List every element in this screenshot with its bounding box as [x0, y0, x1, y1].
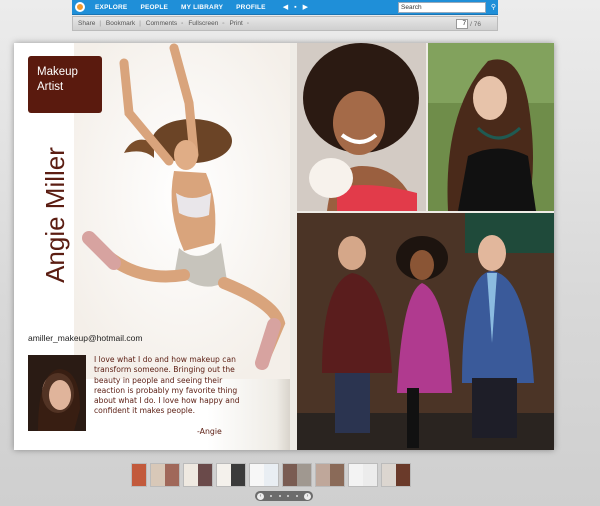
- artist-portrait: [28, 355, 86, 431]
- page-thumbnail[interactable]: [381, 463, 411, 487]
- page-thumbnail[interactable]: [150, 463, 180, 487]
- comments-button[interactable]: Comments: [146, 20, 177, 27]
- share-button[interactable]: Share: [78, 20, 95, 27]
- page-thumbnail[interactable]: [282, 463, 312, 487]
- page-number-input[interactable]: 7: [456, 19, 469, 29]
- pager-dot[interactable]: [287, 495, 290, 497]
- left-page[interactable]: Makeup Artist Angie Miller amiller_makeu…: [14, 43, 290, 450]
- page-total: / 76: [470, 20, 481, 28]
- fullscreen-button[interactable]: Fullscreen: [188, 20, 218, 27]
- page-thumbnail[interactable]: [249, 463, 279, 487]
- prev-arrow-icon[interactable]: ◀: [283, 3, 288, 11]
- divider: |: [139, 20, 141, 27]
- page-thumbnail[interactable]: [348, 463, 378, 487]
- comment-icon: ▫: [181, 20, 184, 27]
- print-button[interactable]: Print: [229, 20, 242, 27]
- search-icon[interactable]: ⚲: [491, 3, 496, 11]
- fullscreen-icon: ▫: [222, 20, 225, 27]
- search-input[interactable]: Search: [398, 2, 486, 13]
- divider: |: [99, 20, 101, 27]
- print-icon: ▫: [246, 20, 249, 27]
- nav-profile[interactable]: PROFILE: [236, 4, 266, 11]
- pager-dot[interactable]: [295, 495, 298, 497]
- page-thumbnail[interactable]: [183, 463, 213, 487]
- bookmark-button[interactable]: Bookmark: [106, 20, 135, 27]
- page-thumbnail[interactable]: [131, 463, 147, 487]
- grid-view-icon[interactable]: ▪: [294, 4, 296, 11]
- nav-my-library[interactable]: MY LIBRARY: [181, 4, 223, 11]
- pager-dot[interactable]: [270, 495, 273, 497]
- next-arrow-icon[interactable]: ▶: [303, 3, 308, 11]
- reader-toolbar: Share | Bookmark | Comments ▫ Fullscreen…: [72, 16, 498, 31]
- pager-dot[interactable]: [278, 495, 281, 497]
- page-thumbnail[interactable]: [216, 463, 246, 487]
- pager-next-icon[interactable]: ›: [303, 492, 311, 500]
- badge-line-2: Artist: [37, 81, 64, 93]
- thumbnail-strip: [131, 463, 411, 487]
- right-page[interactable]: [290, 43, 554, 450]
- dancer-photo: [74, 43, 290, 379]
- makeup-artist-badge: Makeup Artist: [28, 56, 102, 113]
- site-logo-icon[interactable]: [75, 2, 85, 12]
- artist-signature: -Angie: [197, 427, 222, 436]
- nav-explore[interactable]: EXPLORE: [95, 4, 127, 11]
- photo-corset-woman: [428, 43, 554, 211]
- page-thumbnail[interactable]: [315, 463, 345, 487]
- artist-bio: I love what I do and how makeup can tran…: [94, 355, 240, 416]
- nav-people[interactable]: PEOPLE: [140, 4, 168, 11]
- magazine-spread: Makeup Artist Angie Miller amiller_makeu…: [14, 43, 554, 450]
- artist-name: Angie Miller: [40, 147, 70, 283]
- pager-prev-icon[interactable]: ‹: [257, 492, 264, 500]
- thumbnail-pager: ‹ ›: [255, 491, 313, 501]
- artist-email: amiller_makeup@hotmail.com: [28, 333, 143, 343]
- badge-line-1: Makeup: [37, 66, 78, 78]
- photo-group-shot: [297, 213, 554, 450]
- photo-smiling-woman: [297, 43, 426, 211]
- top-nav: EXPLORE PEOPLE MY LIBRARY PROFILE ◀ ▪ ▶ …: [72, 0, 498, 15]
- page-indicator: 7 / 76: [456, 19, 481, 29]
